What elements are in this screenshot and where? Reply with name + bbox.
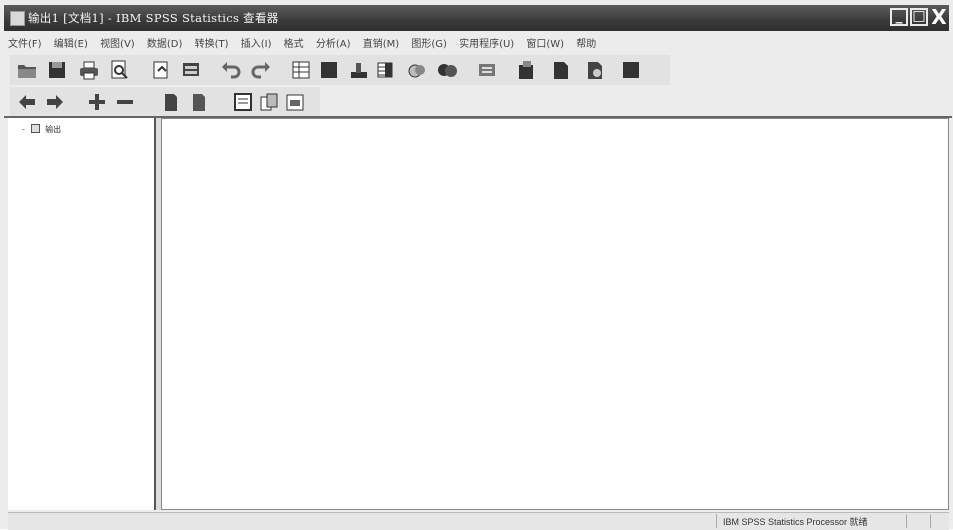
insert-title-icon[interactable]	[584, 59, 606, 81]
designate-window-icon[interactable]	[516, 59, 538, 81]
insert-heading-icon[interactable]	[550, 59, 572, 81]
demote-icon[interactable]	[44, 91, 66, 113]
tree-expander[interactable]: -	[22, 125, 28, 134]
save-icon[interactable]	[46, 59, 68, 81]
status-separator	[906, 514, 907, 528]
menu-format[interactable]: 格式	[284, 35, 304, 50]
expand-icon[interactable]	[86, 91, 108, 113]
collapse-icon[interactable]	[114, 91, 136, 113]
tree-node-output[interactable]: - 输出	[22, 124, 61, 135]
menu-file[interactable]: 文件(F)	[8, 35, 42, 50]
export-icon[interactable]	[150, 59, 172, 81]
spss-viewer-window: 输出1 [文档1] - IBM SPSS Statistics 查看器 _ □ …	[0, 0, 953, 530]
split-file-icon[interactable]	[374, 59, 396, 81]
recall-dialog-icon[interactable]	[180, 59, 202, 81]
title-bar[interactable]: 输出1 [文档1] - IBM SPSS Statistics 查看器 _ □ …	[4, 5, 949, 31]
promote-icon[interactable]	[16, 91, 38, 113]
output-node-icon	[30, 124, 40, 133]
status-bar: IBM SPSS Statistics Processor 就绪	[8, 512, 949, 530]
window-title: 输出1 [文档1] - IBM SPSS Statistics 查看器	[28, 11, 279, 25]
menu-analyze[interactable]: 分析(A)	[316, 35, 351, 50]
insert-chart-icon[interactable]	[232, 91, 254, 113]
outline-pane[interactable]: - 输出	[8, 118, 156, 510]
undo-icon[interactable]	[220, 59, 242, 81]
menu-view[interactable]: 视图(V)	[100, 35, 135, 50]
outline-toolbar	[10, 87, 320, 117]
use-sets-icon[interactable]	[476, 59, 498, 81]
minimize-button[interactable]: _	[890, 8, 908, 26]
print-icon[interactable]	[78, 59, 100, 81]
select-cases-icon[interactable]	[406, 59, 428, 81]
variables-icon[interactable]	[348, 59, 370, 81]
tree-node-label: 输出	[45, 125, 62, 134]
menu-direct-marketing[interactable]: 直销(M)	[363, 35, 399, 50]
menu-insert[interactable]: 插入(I)	[241, 35, 272, 50]
open-folder-icon[interactable]	[16, 59, 38, 81]
status-separator	[716, 514, 717, 528]
insert-text-icon[interactable]	[620, 59, 642, 81]
maximize-button[interactable]: □	[910, 8, 928, 26]
close-button[interactable]: X	[930, 7, 948, 27]
menu-window[interactable]: 窗口(W)	[526, 35, 564, 50]
menu-transform[interactable]: 转换(T)	[195, 35, 229, 50]
menu-help[interactable]: 帮助	[576, 35, 596, 50]
processor-status: IBM SPSS Statistics Processor 就绪	[723, 517, 868, 527]
menu-graphs[interactable]: 图形(G)	[411, 35, 447, 50]
value-labels-icon[interactable]	[436, 59, 458, 81]
goto-data-icon[interactable]	[290, 59, 312, 81]
menu-data[interactable]: 数据(D)	[147, 35, 183, 50]
print-preview-icon[interactable]	[108, 59, 130, 81]
menu-utilities[interactable]: 实用程序(U)	[459, 35, 514, 50]
menu-edit[interactable]: 编辑(E)	[54, 35, 88, 50]
insert-new-title-icon[interactable]	[284, 91, 306, 113]
hide-icon[interactable]	[188, 91, 210, 113]
show-icon[interactable]	[160, 91, 182, 113]
status-separator	[930, 514, 931, 528]
goto-case-icon[interactable]	[318, 59, 340, 81]
main-toolbar	[10, 55, 670, 85]
menu-bar: 文件(F) 编辑(E) 视图(V) 数据(D) 转换(T) 插入(I) 格式 分…	[8, 35, 948, 53]
content-pane[interactable]	[161, 118, 949, 510]
app-icon	[10, 11, 25, 26]
redo-icon[interactable]	[250, 59, 272, 81]
insert-page-break-icon[interactable]	[258, 91, 280, 113]
